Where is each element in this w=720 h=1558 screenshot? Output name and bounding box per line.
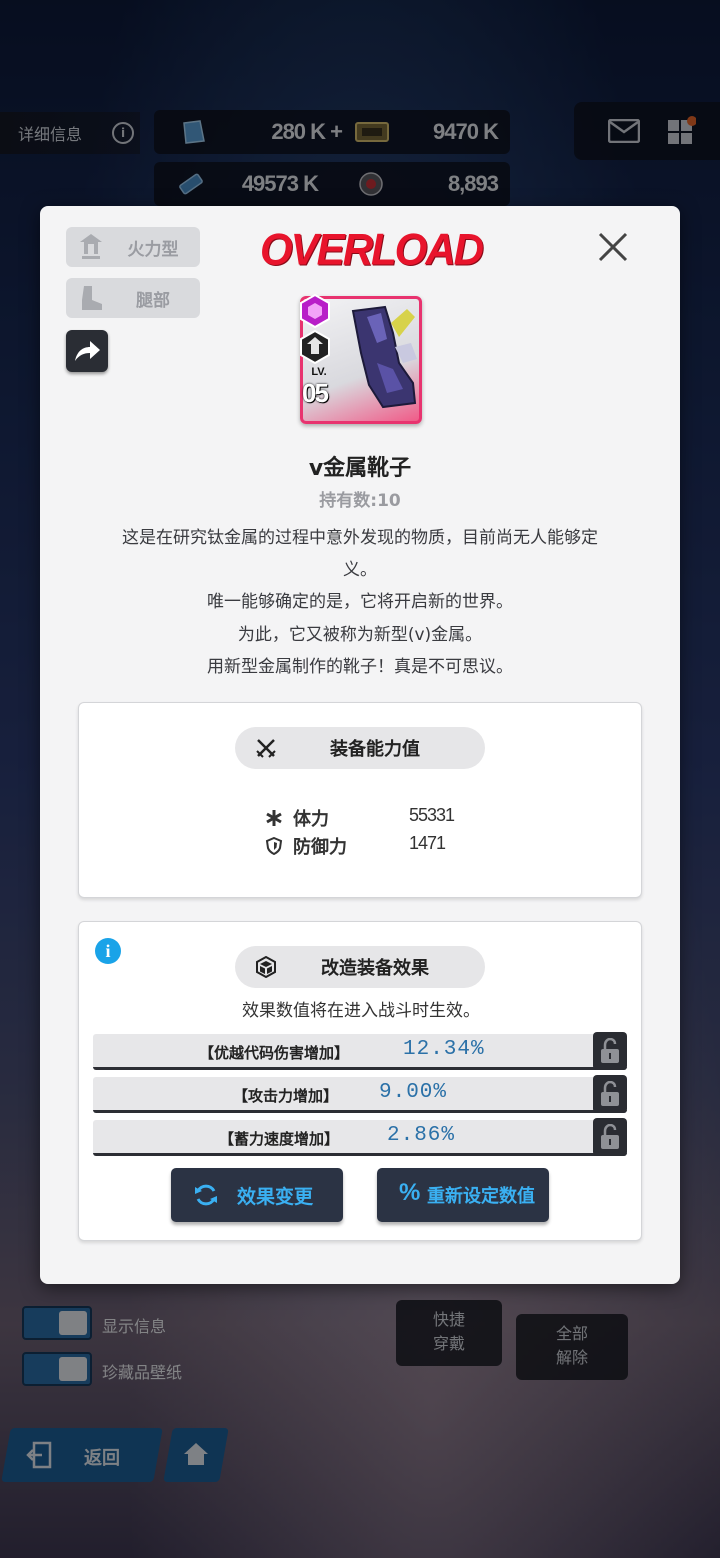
effect-value: 12.34%	[403, 1038, 485, 1061]
stat-hp-label: 体力	[293, 809, 329, 830]
close-icon[interactable]	[594, 228, 632, 266]
change-effect-label: 效果变更	[237, 1185, 314, 1208]
stat-defense-label: 防御力	[293, 837, 347, 858]
lock-button[interactable]	[593, 1032, 627, 1070]
reset-values-button[interactable]: % 重新设定数值	[377, 1168, 549, 1222]
description-line-3: 唯一能够确定的是，它将开启新的世界。	[207, 592, 513, 612]
percent-icon: %	[399, 1179, 421, 1206]
slot-tag: 腿部	[66, 278, 200, 318]
effect-note: 效果数值将在进入战斗时生效。	[242, 1001, 480, 1021]
stat-hp-value: 55331	[409, 805, 455, 825]
reset-values-label: 重新设定数值	[427, 1186, 535, 1207]
effect-value: 9.00%	[379, 1081, 448, 1104]
description-line-2: 义。	[343, 560, 377, 580]
share-button[interactable]	[66, 330, 108, 372]
type-hex-icon	[300, 330, 330, 364]
crossed-swords-icon	[256, 739, 276, 758]
stat-row-defense: 防御力 1471	[265, 833, 465, 859]
unlock-icon	[601, 1124, 619, 1149]
lock-button[interactable]	[593, 1118, 627, 1156]
refresh-icon	[195, 1184, 217, 1206]
firepower-icon	[80, 234, 102, 259]
item-detail-modal: 火力型 腿部 OVERLOAD LV. 05 v金属靴子 持有数:10 这是在研…	[40, 206, 680, 1284]
equip-stats-title: 装备能力值	[330, 739, 420, 760]
unlock-icon	[601, 1081, 619, 1106]
shield-icon	[265, 837, 283, 855]
description-line-5: 用新型金属制作的靴子！真是不可思议。	[207, 657, 513, 677]
unlock-icon	[601, 1038, 619, 1063]
info-icon[interactable]: i	[95, 938, 121, 964]
type-tag-label: 火力型	[127, 239, 179, 260]
equip-stats-header: 装备能力值	[235, 727, 485, 769]
effect-name: 【蓄力速度增加】	[219, 1130, 340, 1148]
modify-effects-header: 改造装备效果	[235, 946, 485, 988]
v-metal-boots-image	[351, 305, 417, 409]
effect-name: 【攻击力增加】	[233, 1087, 339, 1105]
card-level-value: 05	[302, 378, 329, 408]
type-tag: 火力型	[66, 227, 200, 267]
modify-effects-title: 改造装备效果	[321, 958, 429, 979]
boot-icon	[82, 286, 102, 310]
card-level-label: LV.	[311, 366, 327, 378]
overload-logo: OVERLOAD	[260, 224, 484, 275]
owned-count: 持有数:10	[319, 491, 401, 511]
effect-row: 【攻击力增加】 9.00%	[93, 1075, 627, 1113]
share-arrow-icon	[75, 341, 100, 361]
rarity-hex-icon	[300, 294, 330, 328]
effect-name: 【优越代码伤害增加】	[199, 1044, 350, 1062]
slot-tag-label: 腿部	[136, 290, 170, 311]
stat-defense-value: 1471	[409, 833, 446, 853]
effect-row: 【蓄力速度增加】 2.86%	[93, 1118, 627, 1156]
effect-row: 【优越代码伤害增加】 12.34%	[93, 1032, 627, 1070]
item-name: v金属靴子	[308, 456, 412, 481]
description-line-4: 为此，它又被称为新型(v)金属。	[237, 625, 483, 645]
description-line-1: 这是在研究钛金属的过程中意外发现的物质，目前尚无人能够定	[122, 528, 598, 548]
lock-button[interactable]	[593, 1075, 627, 1113]
asterisk-icon	[266, 810, 282, 826]
change-effect-button[interactable]: 效果变更	[171, 1168, 343, 1222]
effect-value: 2.86%	[387, 1124, 456, 1147]
equip-stats-panel: 装备能力值 体力 55331 防御力 1471	[78, 702, 642, 898]
stat-row-hp: 体力 55331	[265, 805, 465, 831]
modify-effects-panel: i 改造装备效果 效果数值将在进入战斗时生效。 【优越代码伤害增加】 12.34…	[78, 921, 642, 1241]
cube-icon	[256, 956, 276, 978]
